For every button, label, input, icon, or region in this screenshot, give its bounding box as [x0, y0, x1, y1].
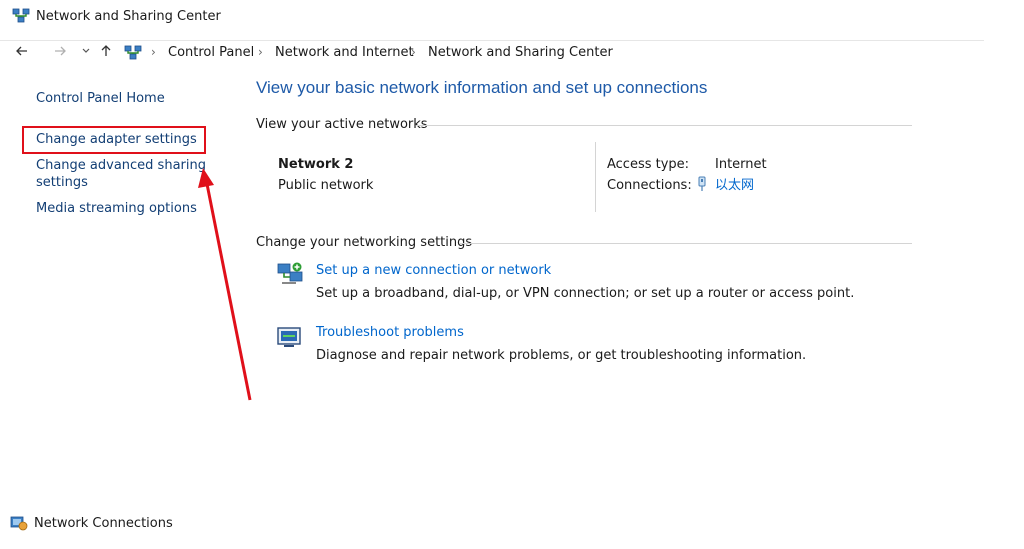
breadcrumb-network-and-sharing-center[interactable]: Network and Sharing Center — [428, 45, 613, 61]
section-divider — [416, 125, 912, 126]
sidebar-item-change-adapter-settings[interactable]: Change adapter settings — [36, 132, 197, 148]
connections-label: Connections: — [607, 178, 692, 193]
troubleshoot-link[interactable]: Troubleshoot problems — [316, 325, 464, 341]
breadcrumb-network-icon — [124, 45, 142, 61]
connection-link-ethernet[interactable]: 以太网 — [715, 178, 754, 194]
new-connection-icon — [276, 261, 304, 287]
section-label-networking-settings: Change your networking settings — [256, 235, 473, 250]
network-icon — [12, 8, 30, 24]
access-type-value: Internet — [715, 157, 767, 172]
ethernet-icon — [696, 176, 708, 192]
window-title: Network and Sharing Center — [36, 9, 221, 24]
sidebar-item-media-streaming-options[interactable]: Media streaming options — [36, 201, 197, 217]
network-type: Public network — [278, 178, 374, 193]
arrow-up-icon[interactable] — [98, 44, 114, 62]
vertical-divider — [595, 142, 596, 212]
section-divider — [460, 243, 912, 244]
breadcrumb-separator: › — [411, 45, 416, 59]
breadcrumb-separator: › — [258, 45, 263, 59]
sidebar-item-change-advanced-sharing[interactable]: Change advanced sharing — [36, 158, 206, 174]
section-label-active-networks: View your active networks — [256, 117, 428, 132]
troubleshoot-icon — [276, 326, 302, 350]
breadcrumb-separator: › — [151, 45, 156, 59]
setup-connection-description: Set up a broadband, dial-up, or VPN conn… — [316, 286, 855, 301]
arrow-left-icon[interactable] — [14, 44, 30, 62]
breadcrumb-control-panel[interactable]: Control Panel — [168, 45, 254, 61]
troubleshoot-description: Diagnose and repair network problems, or… — [316, 348, 807, 363]
arrow-right-icon[interactable] — [52, 44, 68, 62]
sidebar-item-control-panel-home[interactable]: Control Panel Home — [36, 91, 165, 107]
chevron-down-icon[interactable] — [78, 44, 94, 62]
page-title: View your basic network information and … — [256, 78, 708, 97]
network-connections-icon — [10, 515, 28, 531]
access-type-label: Access type: — [607, 157, 690, 172]
title-bar: Network and Sharing Center — [0, 0, 1024, 34]
annotation-arrow — [198, 168, 252, 401]
network-name: Network 2 — [278, 157, 354, 172]
sidebar-item-change-advanced-sharing-line2[interactable]: settings — [36, 175, 88, 191]
setup-connection-link[interactable]: Set up a new connection or network — [316, 263, 551, 279]
network-connections-title: Network Connections — [34, 516, 173, 531]
breadcrumb-network-and-internet[interactable]: Network and Internet — [275, 45, 414, 61]
